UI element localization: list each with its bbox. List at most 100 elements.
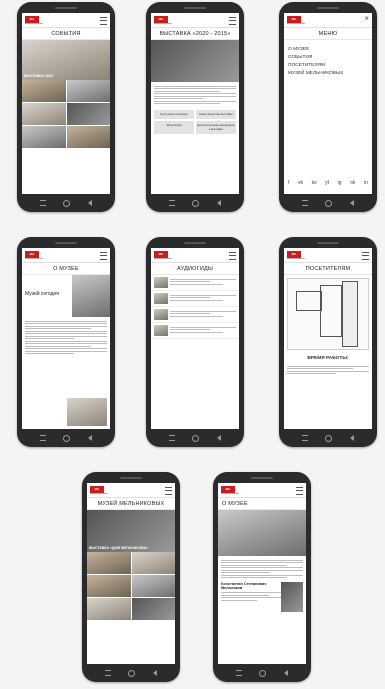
menu-item-about[interactable]: О МУЗЕЕ (288, 46, 368, 54)
hamburger-menu-icon[interactable] (100, 17, 107, 25)
hamburger-menu-icon[interactable] (229, 252, 236, 260)
topbar: МА (87, 483, 175, 498)
recent-apps-icon[interactable] (235, 670, 242, 676)
page-title: ПОСЕТИТЕЛЯМ (284, 263, 372, 275)
home-icon[interactable] (192, 434, 200, 442)
museum-logo[interactable]: МА (25, 16, 39, 23)
museum-logo[interactable]: МА (154, 251, 168, 258)
event-tile[interactable] (66, 80, 110, 102)
recent-apps-icon[interactable] (39, 435, 46, 441)
recent-apps-icon[interactable] (168, 200, 175, 206)
twitter-icon[interactable]: tw (312, 180, 317, 186)
topbar: МА (22, 248, 110, 263)
menu-item-melnikov[interactable]: МУЗЕЙ МЕЛЬНИКОВЫХ (288, 70, 368, 78)
home-icon[interactable] (325, 199, 333, 207)
page-title: АУДИОГИДЫ (151, 263, 239, 275)
audioguide-thumbnail (154, 293, 168, 304)
instagram-icon[interactable]: ig (338, 180, 342, 186)
event-tile[interactable] (66, 103, 110, 125)
recent-apps-icon[interactable] (168, 435, 175, 441)
page-title: СОБЫТИЯ (22, 28, 110, 40)
topbar: МА (218, 483, 306, 498)
home-icon[interactable] (63, 434, 71, 442)
menu-item-visitors[interactable]: ПОСЕТИТЕЛЯМ (288, 62, 368, 70)
back-icon[interactable] (350, 200, 355, 206)
android-navbar (146, 433, 244, 443)
recent-apps-icon[interactable] (39, 200, 46, 206)
back-icon[interactable] (88, 200, 93, 206)
exhibition-button[interactable]: Дополнительные материалы к выставке (196, 121, 236, 134)
hero-image[interactable]: ВЫСТАВКА 2020 (22, 40, 110, 80)
museum-map[interactable] (287, 278, 369, 350)
museum-logo[interactable]: МА (287, 251, 301, 258)
event-tile[interactable] (66, 126, 110, 148)
hamburger-menu-icon[interactable] (229, 17, 236, 25)
youtube-icon[interactable]: yt (325, 180, 329, 186)
home-icon[interactable] (325, 434, 333, 442)
phone-audioguides: МА АУДИОГИДЫ (146, 237, 244, 447)
vk-icon[interactable]: vk (298, 180, 303, 186)
exhibition-button[interactable]: Какие вещества выставки (196, 109, 236, 119)
logo-subline (25, 23, 43, 24)
home-icon[interactable] (128, 669, 136, 677)
museum-logo[interactable]: МА (221, 486, 235, 493)
recent-apps-icon[interactable] (301, 435, 308, 441)
hamburger-menu-icon[interactable] (296, 487, 303, 495)
home-icon[interactable] (63, 199, 71, 207)
back-icon[interactable] (88, 435, 93, 441)
logo-subline (90, 493, 108, 494)
odnoklassniki-icon[interactable]: ok (350, 180, 355, 186)
back-icon[interactable] (350, 435, 355, 441)
audioguide-item[interactable] (151, 275, 239, 291)
melnikov-tile[interactable] (131, 598, 175, 620)
hero-caption: ВЫСТАВКА «ДОМ МЕЛЬНИКОВА» (89, 546, 149, 550)
hamburger-menu-icon[interactable] (362, 252, 369, 260)
topbar: МА (151, 13, 239, 28)
about-screen: МА О МУЗЕЕ Музей сегодня (22, 248, 110, 429)
logo-subline (287, 23, 305, 24)
home-icon[interactable] (259, 669, 267, 677)
phone-about: МА О МУЗЕЕ Музей сегодня (17, 237, 115, 447)
melnikov-tile[interactable] (87, 598, 131, 620)
hamburger-menu-icon[interactable] (165, 487, 172, 495)
melnikov-screen: МА МУЗЕЙ МЕЛЬНИКОВЫХ ВЫСТАВКА «ДОМ МЕЛЬН… (87, 483, 175, 664)
museum-logo[interactable]: МА (287, 16, 301, 23)
back-icon[interactable] (153, 670, 158, 676)
hours-title: ВРЕМЯ РАБОТЫ: (307, 356, 349, 361)
back-icon[interactable] (217, 200, 222, 206)
melnikov-tile[interactable] (87, 575, 131, 597)
melnikov-tile[interactable] (131, 552, 175, 574)
about-text (22, 317, 110, 358)
event-tile[interactable] (22, 103, 66, 125)
audioguide-thumbnail (154, 309, 168, 320)
menu-item-events[interactable]: СОБЫТИЯ (288, 54, 368, 62)
melnikov-hero-image[interactable]: ВЫСТАВКА «ДОМ МЕЛЬНИКОВА» (87, 510, 175, 552)
hamburger-menu-icon[interactable] (100, 252, 107, 260)
exhibition-button[interactable]: Экспозиция (154, 121, 194, 134)
audioguide-item[interactable] (151, 307, 239, 323)
speaker (184, 242, 206, 244)
audioguide-item[interactable] (151, 323, 239, 339)
museum-logo[interactable]: МА (25, 251, 39, 258)
exhibition-button[interactable]: Культурное наследие (154, 109, 194, 119)
museum-logo[interactable]: МА (90, 486, 104, 493)
back-icon[interactable] (217, 435, 222, 441)
back-icon[interactable] (284, 670, 289, 676)
recent-apps-icon[interactable] (301, 200, 308, 206)
android-navbar (279, 198, 377, 208)
section-heading: Музей сегодня (25, 291, 59, 297)
exhibition-screen: МА ВЫСТАВКА «2020 - 2015» Культурное нас… (151, 13, 239, 194)
event-tile[interactable] (22, 80, 66, 102)
linkedin-icon[interactable]: in (364, 180, 368, 186)
audioguide-item[interactable] (151, 291, 239, 307)
event-tile[interactable] (22, 126, 66, 148)
android-navbar (82, 668, 180, 678)
melnikov-tile[interactable] (87, 552, 131, 574)
home-icon[interactable] (192, 199, 200, 207)
museum-logo[interactable]: МА (154, 16, 168, 23)
recent-apps-icon[interactable] (104, 670, 111, 676)
close-icon[interactable]: × (364, 15, 369, 23)
melnikov-tile[interactable] (131, 575, 175, 597)
logo-subline (25, 258, 43, 259)
facebook-icon[interactable]: f (288, 180, 289, 186)
